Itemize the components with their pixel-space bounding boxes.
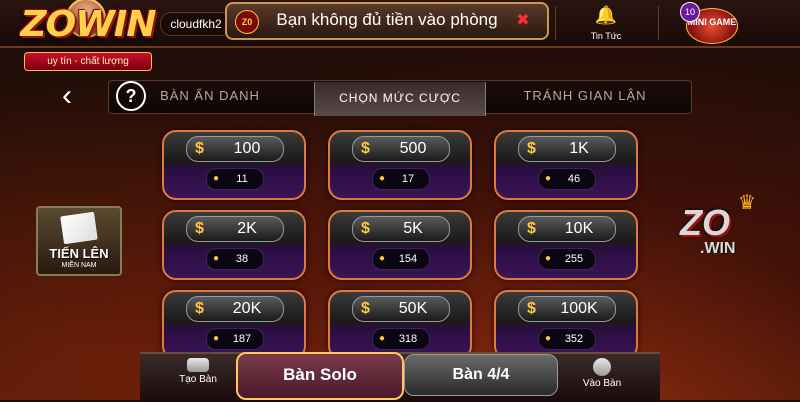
person-icon: ● bbox=[545, 253, 552, 264]
person-icon: ● bbox=[379, 333, 386, 344]
bet-card[interactable]: $2K ● 38 bbox=[162, 210, 306, 280]
dollar-icon: $ bbox=[195, 140, 204, 157]
divider bbox=[658, 6, 659, 40]
tab-choose-bet[interactable]: CHỌN MỨC CƯỢC bbox=[314, 82, 486, 116]
player-count: 11 bbox=[236, 173, 248, 185]
player-count: 352 bbox=[564, 333, 584, 345]
notice-text: Bạn không đủ tiền vào phòng bbox=[276, 10, 498, 29]
divider bbox=[555, 6, 556, 40]
bet-card[interactable]: $500 ● 17 bbox=[328, 130, 472, 200]
tab-anonymous-table[interactable]: BÀN ẨN DANH bbox=[150, 80, 270, 112]
zowin-brand-badge: ♛ ZO .WIN bbox=[676, 192, 776, 274]
player-count-pill: ● 17 bbox=[372, 168, 430, 190]
bet-card[interactable]: $100K ● 352 bbox=[494, 290, 638, 360]
player-count-pill: ● 46 bbox=[538, 168, 596, 190]
bell-icon: 🔔 bbox=[594, 5, 618, 25]
create-table-button[interactable]: Tạo Bàn bbox=[166, 352, 230, 398]
player-count-pill: ● 38 bbox=[206, 248, 264, 270]
dollar-icon: $ bbox=[527, 300, 536, 317]
bet-amount: 500 bbox=[399, 140, 427, 157]
logo-text: ZOWIN bbox=[20, 4, 157, 45]
person-icon: ● bbox=[379, 253, 386, 264]
player-count-pill: ● 352 bbox=[538, 328, 596, 350]
username-display[interactable]: cloudfkh2 bbox=[160, 12, 232, 36]
player-count: 187 bbox=[232, 333, 252, 345]
bet-amount: 5K bbox=[403, 220, 423, 237]
bet-amount-pill: $500 bbox=[352, 136, 450, 162]
logo-tagline: uy tín - chất lượng bbox=[24, 52, 152, 71]
news-label: Tin Tức bbox=[590, 31, 622, 41]
player-count-pill: ● 255 bbox=[538, 248, 596, 270]
bet-amount: 100K bbox=[560, 300, 598, 317]
bet-amount-pill: $50K bbox=[352, 296, 450, 322]
person-icon: ● bbox=[213, 253, 220, 264]
player-count: 46 bbox=[567, 173, 581, 185]
join-table-button[interactable]: Vào Bàn bbox=[574, 352, 630, 398]
bet-card[interactable]: $1K ● 46 bbox=[494, 130, 638, 200]
dollar-icon: $ bbox=[527, 140, 536, 157]
dollar-icon: $ bbox=[195, 300, 204, 317]
player-count-pill: ● 318 bbox=[372, 328, 430, 350]
notice-banner: Z0 Bạn không đủ tiền vào phòng ✖ bbox=[225, 2, 549, 40]
bet-card[interactable]: $5K ● 154 bbox=[328, 210, 472, 280]
game-subtitle: MIỀN NAM bbox=[61, 262, 97, 269]
join-table-label: Vào Bàn bbox=[582, 378, 622, 389]
bet-amount-pill: $1K bbox=[518, 136, 616, 162]
bet-amount: 1K bbox=[569, 140, 589, 157]
bet-amount-pill: $2K bbox=[186, 216, 284, 242]
player-count-pill: ● 154 bbox=[372, 248, 430, 270]
player-count: 38 bbox=[235, 253, 249, 265]
bet-card[interactable]: $50K ● 318 bbox=[328, 290, 472, 360]
game-title: TIẾN LÊN bbox=[49, 246, 109, 261]
notice-logo: Z0 bbox=[235, 10, 259, 34]
person-icon: ● bbox=[545, 173, 552, 184]
dollar-icon: $ bbox=[195, 220, 204, 237]
table-icon bbox=[187, 358, 209, 372]
solo-table-button[interactable]: Bàn Solo bbox=[236, 352, 404, 400]
bet-card[interactable]: $100 ● 11 bbox=[162, 130, 306, 200]
bet-amount: 20K bbox=[232, 300, 262, 317]
bet-amount: 100 bbox=[233, 140, 261, 157]
dollar-icon: $ bbox=[361, 220, 370, 237]
bet-amount: 50K bbox=[398, 300, 428, 317]
bet-amount: 10K bbox=[564, 220, 594, 237]
bet-amount-pill: $10K bbox=[518, 216, 616, 242]
chevron-up-icon bbox=[593, 358, 611, 376]
bet-card[interactable]: $20K ● 187 bbox=[162, 290, 306, 360]
player-count: 255 bbox=[564, 253, 584, 265]
player-count-pill: ● 11 bbox=[206, 168, 264, 190]
person-icon: ● bbox=[213, 333, 220, 344]
bet-card[interactable]: $10K ● 255 bbox=[494, 210, 638, 280]
notice-close-icon[interactable]: ✖ bbox=[511, 10, 535, 32]
create-table-label: Tạo Bàn bbox=[179, 374, 217, 385]
dollar-icon: $ bbox=[361, 300, 370, 317]
crown-icon: ♛ bbox=[738, 192, 756, 214]
player-count: 318 bbox=[398, 333, 418, 345]
bet-amount-pill: $5K bbox=[352, 216, 450, 242]
bet-amount-pill: $100K bbox=[518, 296, 616, 322]
bet-amount-pill: $100 bbox=[186, 136, 284, 162]
zowin-logo: ZOWIN uy tín - chất lượng bbox=[4, 0, 172, 71]
bet-amount-pill: $20K bbox=[186, 296, 284, 322]
player-count-pill: ● 187 bbox=[206, 328, 264, 350]
person-icon: ● bbox=[213, 173, 220, 184]
minigame-badge: 10 bbox=[680, 2, 700, 22]
brand-win: .WIN bbox=[700, 240, 736, 257]
help-icon[interactable]: ? bbox=[116, 81, 146, 111]
dollar-icon: $ bbox=[361, 140, 370, 157]
chevron-left-icon: ‹ bbox=[62, 79, 72, 112]
tab-anti-cheat[interactable]: TRÁNH GIAN LẬN bbox=[500, 80, 670, 112]
brand-zo: ZO bbox=[680, 202, 730, 243]
four-player-table-button[interactable]: Bàn 4/4 bbox=[404, 354, 558, 396]
player-count: 17 bbox=[401, 173, 415, 185]
person-icon: ● bbox=[379, 173, 386, 184]
playing-cards-icon bbox=[60, 211, 98, 245]
bet-amount: 2K bbox=[237, 220, 257, 237]
player-count: 154 bbox=[398, 253, 418, 265]
person-icon: ● bbox=[545, 333, 552, 344]
back-button[interactable]: ‹ bbox=[62, 79, 82, 112]
news-button[interactable]: 🔔 Tin Tức bbox=[580, 4, 632, 44]
game-card-tien-len[interactable]: TIẾN LÊN MIỀN NAM bbox=[36, 206, 122, 276]
dollar-icon: $ bbox=[527, 220, 536, 237]
